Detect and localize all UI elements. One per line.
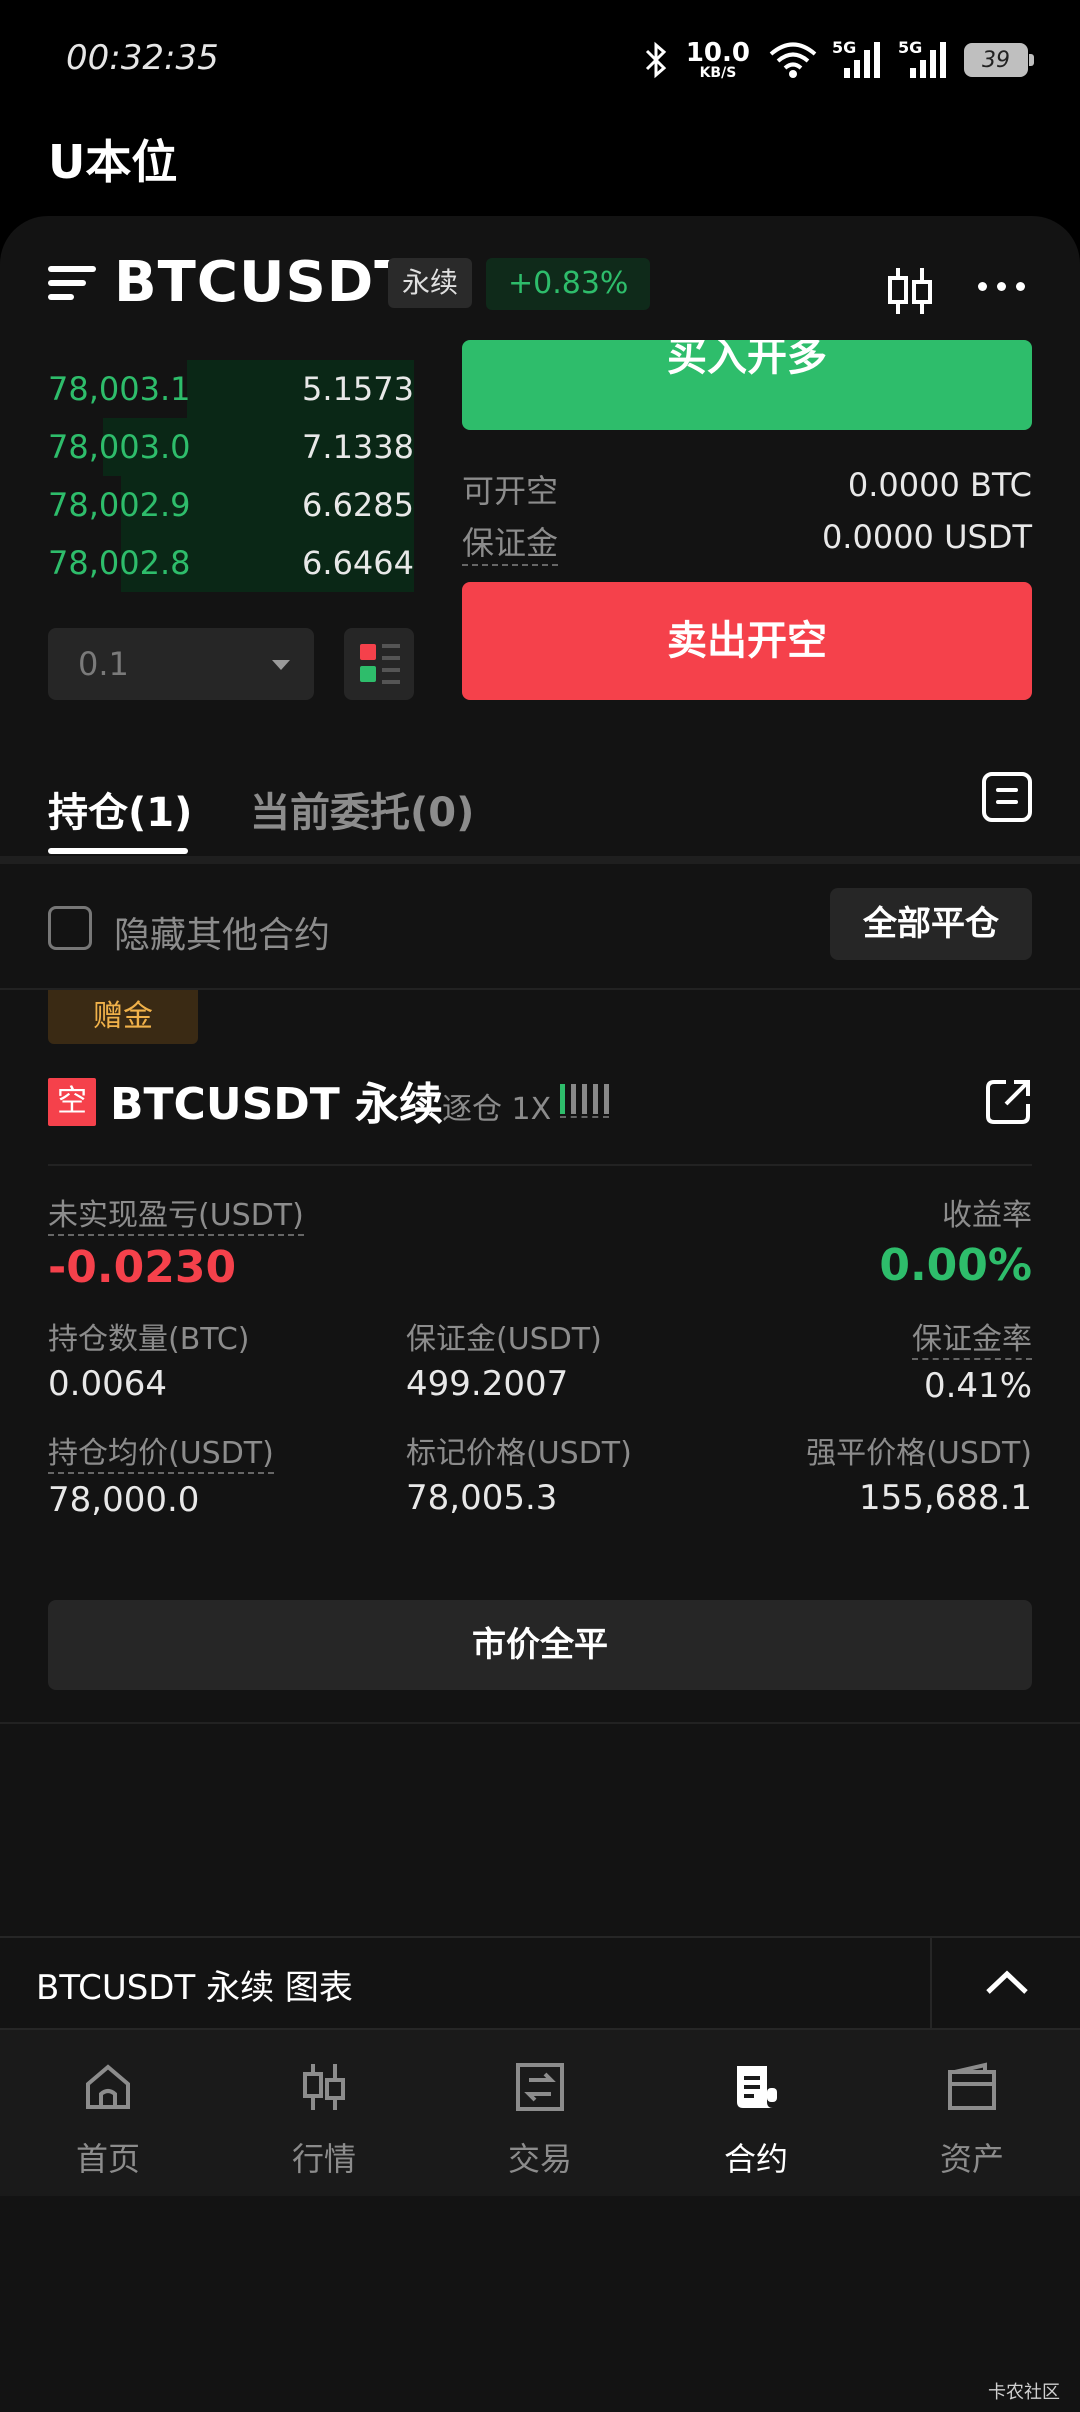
- bottom-nav: 首页 行情 交易 合约 资产: [0, 2028, 1080, 2196]
- home-icon: [86, 2064, 130, 2109]
- price-change-badge: +0.83%: [486, 258, 651, 310]
- price-precision-select[interactable]: 0.1: [48, 628, 314, 700]
- position-tabs: 持仓(1) 当前委托(0): [0, 760, 1080, 860]
- order-book-row[interactable]: 78,003.1 5.1573: [48, 360, 414, 418]
- hide-other-contracts-label[interactable]: 隐藏其他合约: [114, 906, 330, 958]
- roe: 收益率 0.00%: [879, 1198, 1032, 1291]
- more-icon[interactable]: [978, 282, 1025, 291]
- filter-row: 隐藏其他合约 全部平仓: [0, 864, 1080, 988]
- chart-bar-label[interactable]: BTCUSDT 永续 图表: [36, 1960, 353, 2009]
- nav-assets[interactable]: 资产: [864, 2030, 1080, 2198]
- short-side-badge: 空: [48, 1078, 96, 1126]
- tab-open-orders[interactable]: 当前委托(0): [250, 780, 474, 838]
- margin-ratio: 保证金率 0.41%: [912, 1314, 1032, 1406]
- close-all-button[interactable]: 全部平仓: [830, 888, 1032, 960]
- nav-trade[interactable]: 交易: [432, 2030, 648, 2198]
- buy-long-button[interactable]: 买入开多: [462, 340, 1032, 430]
- chevron-up-icon: [986, 1970, 1028, 1994]
- candlestick-chart-icon[interactable]: [886, 266, 934, 316]
- watermark: 卡农社区: [988, 2382, 1060, 2403]
- history-icon[interactable]: [982, 772, 1032, 822]
- sell-short-button[interactable]: 卖出开空: [462, 582, 1032, 700]
- menu-icon[interactable]: [48, 266, 96, 306]
- order-book-row[interactable]: 78,002.8 6.6464: [48, 534, 414, 592]
- status-icons: 10.0 KB/S 5G 5G 39: [644, 36, 1034, 84]
- symbol-title[interactable]: BTCUSDT: [114, 250, 413, 315]
- order-book-row[interactable]: 78,003.0 7.1338: [48, 418, 414, 476]
- market-icon: [303, 2064, 345, 2110]
- order-book-row[interactable]: 78,002.9 6.6285: [48, 476, 414, 534]
- status-time: 00:32:35: [66, 38, 219, 78]
- chevron-down-icon: [272, 660, 290, 670]
- book-mode-icon[interactable]: [344, 628, 414, 700]
- page-title: U本位: [48, 135, 178, 189]
- nav-contract[interactable]: 合约: [648, 2030, 864, 2198]
- mark-price: 标记价格(USDT) 78,005.3: [406, 1436, 632, 1518]
- divider: [48, 1164, 1032, 1166]
- divider: [0, 856, 1080, 864]
- hide-other-contracts-checkbox[interactable]: [48, 906, 92, 950]
- wifi-icon: [769, 42, 817, 78]
- signal-icon-2: 5G: [898, 38, 950, 80]
- chart-bar[interactable]: BTCUSDT 永续 图表: [0, 1936, 1080, 2028]
- margin-mode: 逐仓 1X: [442, 1092, 552, 1127]
- contract-icon: [737, 2066, 777, 2108]
- entry-price: 持仓均价(USDT) 78,000.0: [48, 1428, 274, 1520]
- trade-icon: [516, 2063, 564, 2111]
- bonus-tag: 赠金: [48, 990, 198, 1044]
- tab-indicator: [48, 848, 188, 854]
- available-short-row: 可开空 0.0000 BTC: [462, 466, 1032, 510]
- bluetooth-icon: [645, 41, 667, 79]
- divider: [0, 1722, 1080, 1724]
- unrealized-pnl: 未实现盈亏(USDT) -0.0230: [48, 1190, 304, 1293]
- position-margin: 保证金(USDT) 499.2007: [406, 1322, 602, 1404]
- battery-icon: 39: [964, 43, 1034, 77]
- liquidation-price: 强平价格(USDT) 155,688.1: [806, 1436, 1032, 1518]
- nav-market[interactable]: 行情: [216, 2030, 432, 2198]
- tab-positions[interactable]: 持仓(1): [48, 780, 192, 838]
- status-bar: 00:32:35 10.0 KB/S 5G 5G 39: [0, 0, 1080, 120]
- share-icon[interactable]: [984, 1078, 1032, 1126]
- signal-icon: 5G: [832, 38, 884, 80]
- net-speed: 10.0 KB/S: [685, 38, 750, 81]
- order-book: 78,003.1 5.1573 78,003.0 7.1338 78,002.9…: [48, 360, 414, 592]
- market-close-button[interactable]: 市价全平: [48, 1600, 1032, 1690]
- nav-home[interactable]: 首页: [0, 2030, 216, 2198]
- position-size: 持仓数量(BTC) 0.0064: [48, 1322, 250, 1404]
- contract-type-badge: 永续: [388, 258, 473, 308]
- position-title: BTCUSDT 永续: [110, 1079, 444, 1130]
- wallet-icon: [948, 2062, 996, 2110]
- leverage-level-icon: [560, 1084, 609, 1118]
- margin-row: 保证金 0.0000 USDT: [462, 518, 1032, 566]
- symbol-bar: BTCUSDT 永续 +0.83%: [0, 216, 1080, 356]
- chart-expand-button[interactable]: [930, 1938, 1080, 2028]
